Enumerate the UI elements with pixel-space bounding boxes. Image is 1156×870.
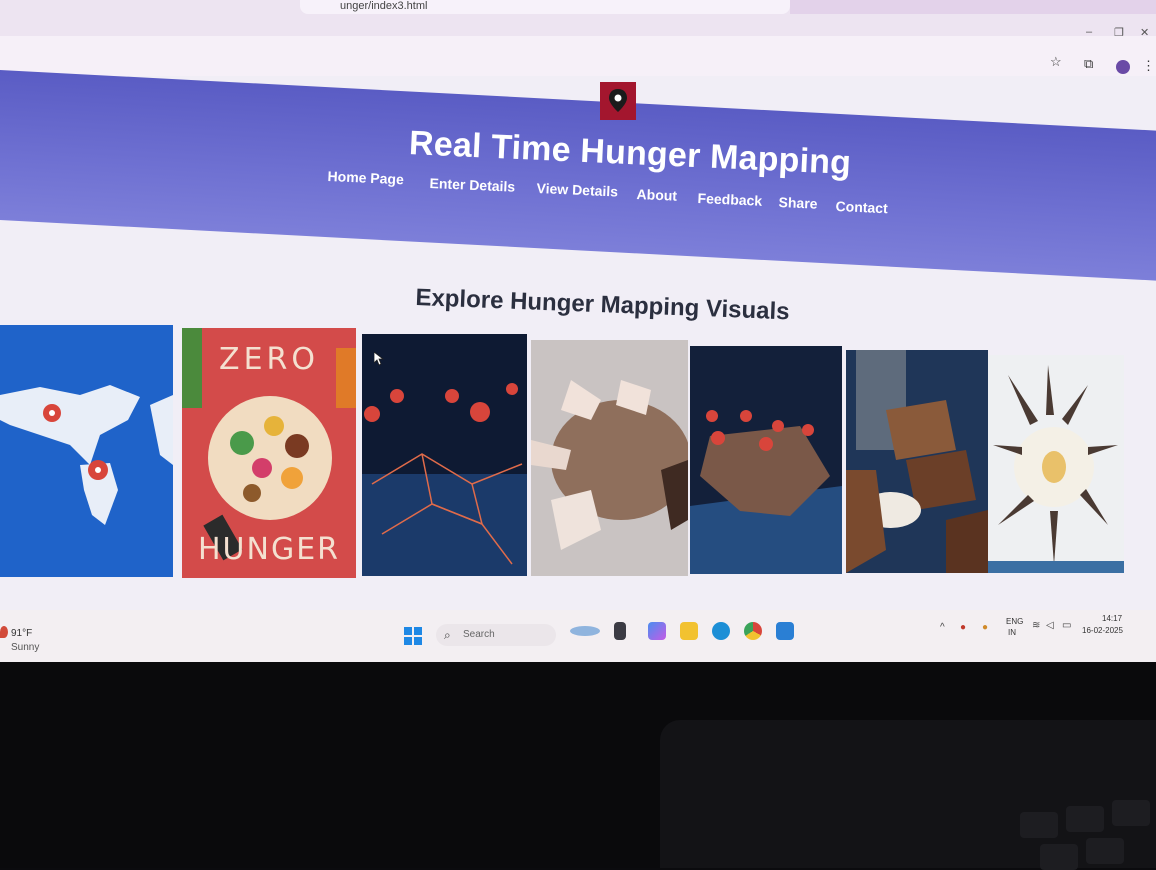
gallery-card-network[interactable] [362,334,527,576]
wifi-icon[interactable]: ≋ [1032,620,1040,631]
browser-toolbar [0,36,1156,76]
start-windows-icon[interactable] [404,627,422,645]
world-map-pins-image [0,325,173,577]
address-text[interactable]: unger/index3.html [300,0,790,14]
site-title: Real Time Hunger Mapping [408,124,852,183]
windows-taskbar [0,610,1156,662]
hunger-text: HUNGER [197,532,340,567]
taskbar-search[interactable] [436,624,556,646]
nav-feedback[interactable]: Feedback [697,190,762,209]
tray-app2-icon[interactable]: ● [982,622,988,633]
gallery-card-glowing-map[interactable] [690,346,842,574]
copilot-icon[interactable] [648,622,666,640]
header-content: Real Time Hunger Mapping [0,76,1156,226]
edge-icon[interactable] [712,622,730,640]
clock-time[interactable]: 14:17 [1102,614,1122,623]
search-label: Search [463,629,495,640]
hands-globe-image [531,340,688,576]
zero-text: ZERO [219,342,319,377]
bookmark-star-icon[interactable]: ☆ [1050,54,1062,70]
chrome-icon[interactable] [744,622,762,640]
gallery-card-hands-globe[interactable] [531,340,688,576]
gallery-card-hands-rice[interactable] [846,350,988,573]
monitor-screen: unger/index3.html – ❐ ✕ ☆ ⧉ ⋮ Real Time … [0,0,1156,662]
widget-ship-icon[interactable] [570,626,600,636]
weather-condition: Sunny [11,642,40,653]
search-icon: ⌕ [444,628,451,642]
hands-rice-image [846,350,988,573]
clock-date[interactable]: 16-02-2025 [1082,626,1123,635]
menu-icon[interactable]: ⋮ [1142,58,1155,74]
input-region: IN [1008,628,1016,637]
site-logo [600,82,636,120]
weather-temperature[interactable]: 91°F [11,628,32,639]
gallery-card-zero-hunger[interactable]: ZERO HUNGER [182,328,356,578]
section-title: Explore Hunger Mapping Visuals [414,284,791,326]
extensions-icon[interactable]: ⧉ [1084,56,1093,72]
battery-icon[interactable]: ▭ [1062,620,1071,631]
input-language[interactable]: ENG [1006,617,1023,626]
chevron-up-icon[interactable]: ^ [940,622,945,633]
gallery-card-world-map[interactable] [0,325,173,577]
task-view-icon[interactable] [614,622,626,640]
laptop-keyboard [660,720,1156,870]
nav-about[interactable]: About [636,186,677,204]
nav-contact[interactable]: Contact [835,198,888,216]
tab-strip [790,0,1156,14]
network-pins-image [362,334,527,576]
nav-home[interactable]: Home Page [327,168,404,187]
profile-avatar[interactable] [1116,60,1130,74]
nav-share[interactable]: Share [778,194,818,212]
file-explorer-icon[interactable] [680,622,698,640]
weather-icon [0,626,8,638]
glowing-map-pins-image [690,346,842,574]
vscode-icon[interactable] [776,622,794,640]
gallery-card-hands-circle[interactable] [988,355,1124,573]
map-pin-icon [609,89,627,112]
hands-circle-image [988,355,1124,573]
mouse-cursor-icon [374,352,384,366]
volume-icon[interactable]: ◁ [1046,620,1054,631]
tray-app-icon[interactable]: ● [960,622,966,633]
